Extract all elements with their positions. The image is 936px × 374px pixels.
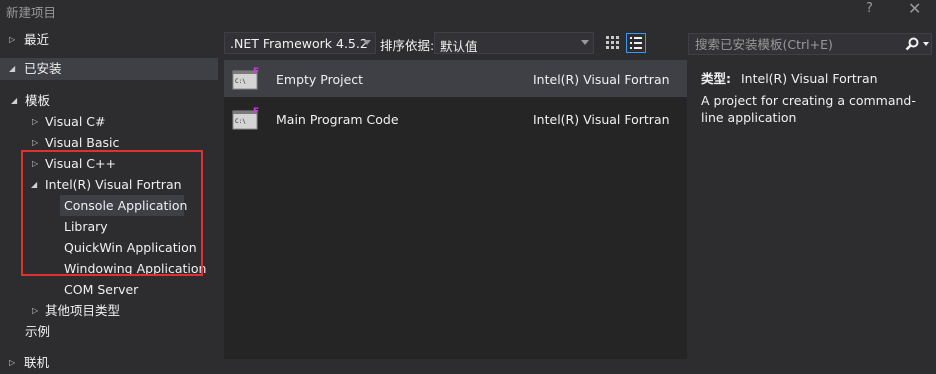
- list-view-button[interactable]: [626, 33, 646, 53]
- sort-value: 默认值: [440, 39, 478, 54]
- tree-item-label: Intel(R) Visual Fortran: [45, 177, 182, 192]
- search-options-icon[interactable]: [923, 42, 929, 46]
- tree-item-label: Visual C++: [45, 156, 116, 171]
- tree-item-label: 其他项目类型: [45, 303, 121, 318]
- list-view-icon: [630, 37, 642, 49]
- tree-item-label: Visual C#: [45, 114, 106, 129]
- close-button[interactable]: ✕: [908, 0, 921, 18]
- grid-view-icon: [606, 36, 619, 49]
- template-language: Intel(R) Visual Fortran: [533, 72, 670, 87]
- expanded-arrow-icon: ◢: [31, 180, 38, 189]
- tree-item-label: 示例: [25, 324, 51, 339]
- expanded-arrow-icon: ◢: [11, 96, 18, 105]
- tree-item-console-application[interactable]: Console Application: [0, 195, 218, 217]
- search-input[interactable]: [693, 36, 897, 53]
- tree-item-label: COM Server: [64, 282, 139, 297]
- small-icons-view-button[interactable]: [603, 33, 623, 53]
- detail-type-value: Intel(R) Visual Fortran: [741, 71, 878, 86]
- detail-type-label: 类型:: [701, 71, 731, 86]
- template-name: Main Program Code: [276, 112, 399, 127]
- tree-item-label: 模板: [25, 93, 51, 108]
- help-button[interactable]: ?: [866, 1, 873, 16]
- tree-item-label: 已安装: [24, 61, 62, 76]
- tree-item-label: 最近: [24, 32, 50, 47]
- svg-text:C:\: C:\: [235, 118, 246, 125]
- template-item-empty-project[interactable]: C:\ F Empty Project Intel(R) Visual Fort…: [224, 60, 687, 97]
- tree-item-label: Library: [64, 219, 108, 234]
- detail-description: A project for creating a command-line ap…: [701, 93, 916, 125]
- template-language: Intel(R) Visual Fortran: [533, 112, 670, 127]
- template-name: Empty Project: [276, 72, 364, 87]
- tree-item-label: Windowing Application: [64, 261, 207, 276]
- collapsed-arrow-icon: ▷: [32, 159, 39, 168]
- framework-value: .NET Framework 4.5.2: [230, 36, 368, 51]
- chevron-down-icon: [363, 40, 371, 45]
- tree-item-installed[interactable]: ◢ 已安装: [0, 58, 218, 80]
- template-item-main-program-code[interactable]: C:\ F Main Program Code Intel(R) Visual …: [224, 100, 687, 137]
- template-tree: ▷ 最近 ◢ 已安装 ◢ 模板 ▷ Visual C# ▷ Visual Bas…: [0, 26, 218, 370]
- svg-text:F: F: [253, 67, 259, 77]
- collapsed-arrow-icon: ▷: [9, 358, 16, 367]
- collapsed-arrow-icon: ▷: [32, 306, 39, 315]
- tree-item-label: QuickWin Application: [64, 240, 197, 255]
- fortran-console-project-icon: C:\ F: [232, 107, 259, 130]
- tree-item-label: 联机: [24, 355, 50, 370]
- expanded-arrow-icon: ◢: [9, 64, 16, 73]
- collapsed-arrow-icon: ▷: [9, 35, 16, 44]
- template-list: C:\ F Empty Project Intel(R) Visual Fort…: [224, 60, 687, 359]
- sort-dropdown[interactable]: 默认值: [434, 32, 594, 54]
- sort-label: 排序依据:: [380, 38, 435, 53]
- chevron-down-icon: [581, 40, 589, 45]
- search-box[interactable]: [688, 33, 932, 55]
- tree-item-label: Visual Basic: [45, 135, 120, 150]
- svg-text:F: F: [253, 107, 259, 117]
- tree-item-label: Console Application: [64, 198, 188, 213]
- framework-dropdown[interactable]: .NET Framework 4.5.2: [224, 32, 376, 54]
- search-icon[interactable]: [905, 37, 919, 51]
- detail-type: 类型: Intel(R) Visual Fortran: [701, 68, 878, 87]
- collapsed-arrow-icon: ▷: [32, 117, 39, 126]
- svg-text:C:\: C:\: [235, 78, 246, 85]
- fortran-console-project-icon: C:\ F: [232, 67, 259, 90]
- window-title: 新建项目: [6, 5, 57, 20]
- title-bar: 新建项目 ? ✕: [0, 0, 936, 22]
- collapsed-arrow-icon: ▷: [32, 138, 39, 147]
